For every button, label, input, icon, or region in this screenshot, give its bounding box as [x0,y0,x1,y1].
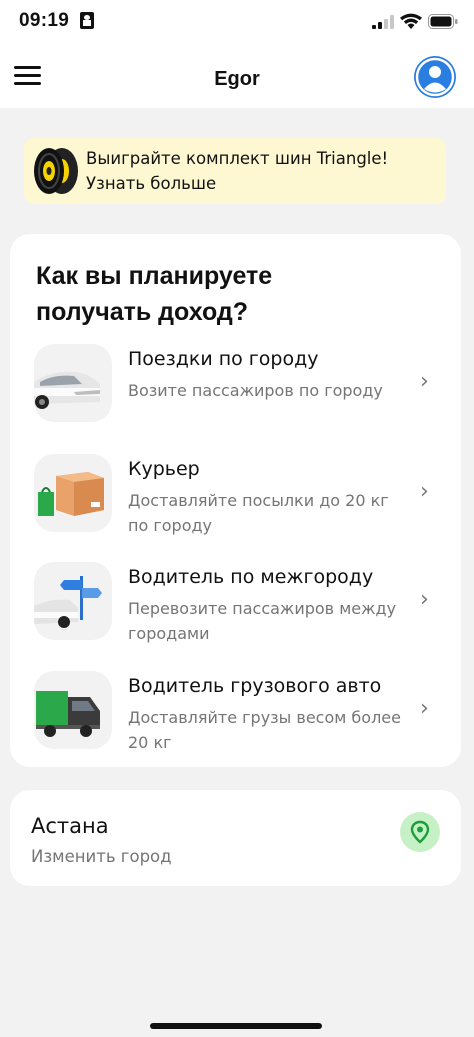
option-title: Поездки по городу [128,348,319,370]
chevron-right-icon: › [420,696,429,721]
intercity-car-signpost-icon [34,562,112,640]
city-selector[interactable]: Астана Изменить город [10,790,461,886]
user-profile-icon [415,57,455,97]
promo-learn-more-link[interactable]: Узнать больше [86,171,436,196]
promo-text: Выиграйте комплект шин Triangle! Узнать … [86,146,436,196]
home-indicator[interactable] [150,1023,322,1029]
status-time: 09:19 [19,10,70,31]
wifi-icon [400,13,422,33]
city-name: Астана [31,814,109,838]
parcel-box-icon [34,454,112,532]
option-title: Водитель грузового авто [128,675,382,697]
promo-banner[interactable]: Выиграйте комплект шин Triangle! Узнать … [24,138,446,204]
cargo-truck-icon [34,671,112,749]
top-app-bar: Egor [0,48,474,108]
chevron-right-icon: › [420,587,429,612]
status-bar: 09:19 [0,0,474,48]
chevron-right-icon: › [420,369,429,394]
option-cargo-driver[interactable]: Водитель грузового авто Доставляйте груз… [10,671,461,761]
promo-headline: Выиграйте комплект шин Triangle! [86,149,389,168]
option-city-rides[interactable]: Поездки по городу Возите пассажиров по г… [10,344,461,434]
option-subtitle: Перевозите пассажиров между городами [128,599,397,643]
card-title: Как вы планируете получать доход? [36,262,273,326]
option-title: Курьер [128,458,200,480]
battery-icon [428,13,458,33]
chevron-right-icon: › [420,479,429,504]
avatar[interactable] [414,56,456,98]
tires-icon [32,146,80,200]
option-intercity-driver[interactable]: Водитель по межгороду Перевозите пассажи… [10,562,461,652]
option-subtitle: Доставляйте посылки до 20 кг по городу [128,491,389,535]
screen-lock-icon [80,12,94,33]
option-subtitle: Доставляйте грузы весом более 20 кг [128,708,401,752]
location-pin-icon[interactable] [400,812,440,852]
option-subtitle: Возите пассажиров по городу [128,381,383,400]
page-title: Egor [214,68,260,90]
signal-icon [372,14,394,33]
sedan-car-icon [34,344,112,422]
status-indicators [372,13,458,33]
option-title: Водитель по межгороду [128,566,374,588]
change-city-label: Изменить город [31,847,172,866]
income-options-card: Как вы планируете получать доход? Поездк… [10,234,461,767]
option-courier[interactable]: Курьер Доставляйте посылки до 20 кг по г… [10,454,461,544]
